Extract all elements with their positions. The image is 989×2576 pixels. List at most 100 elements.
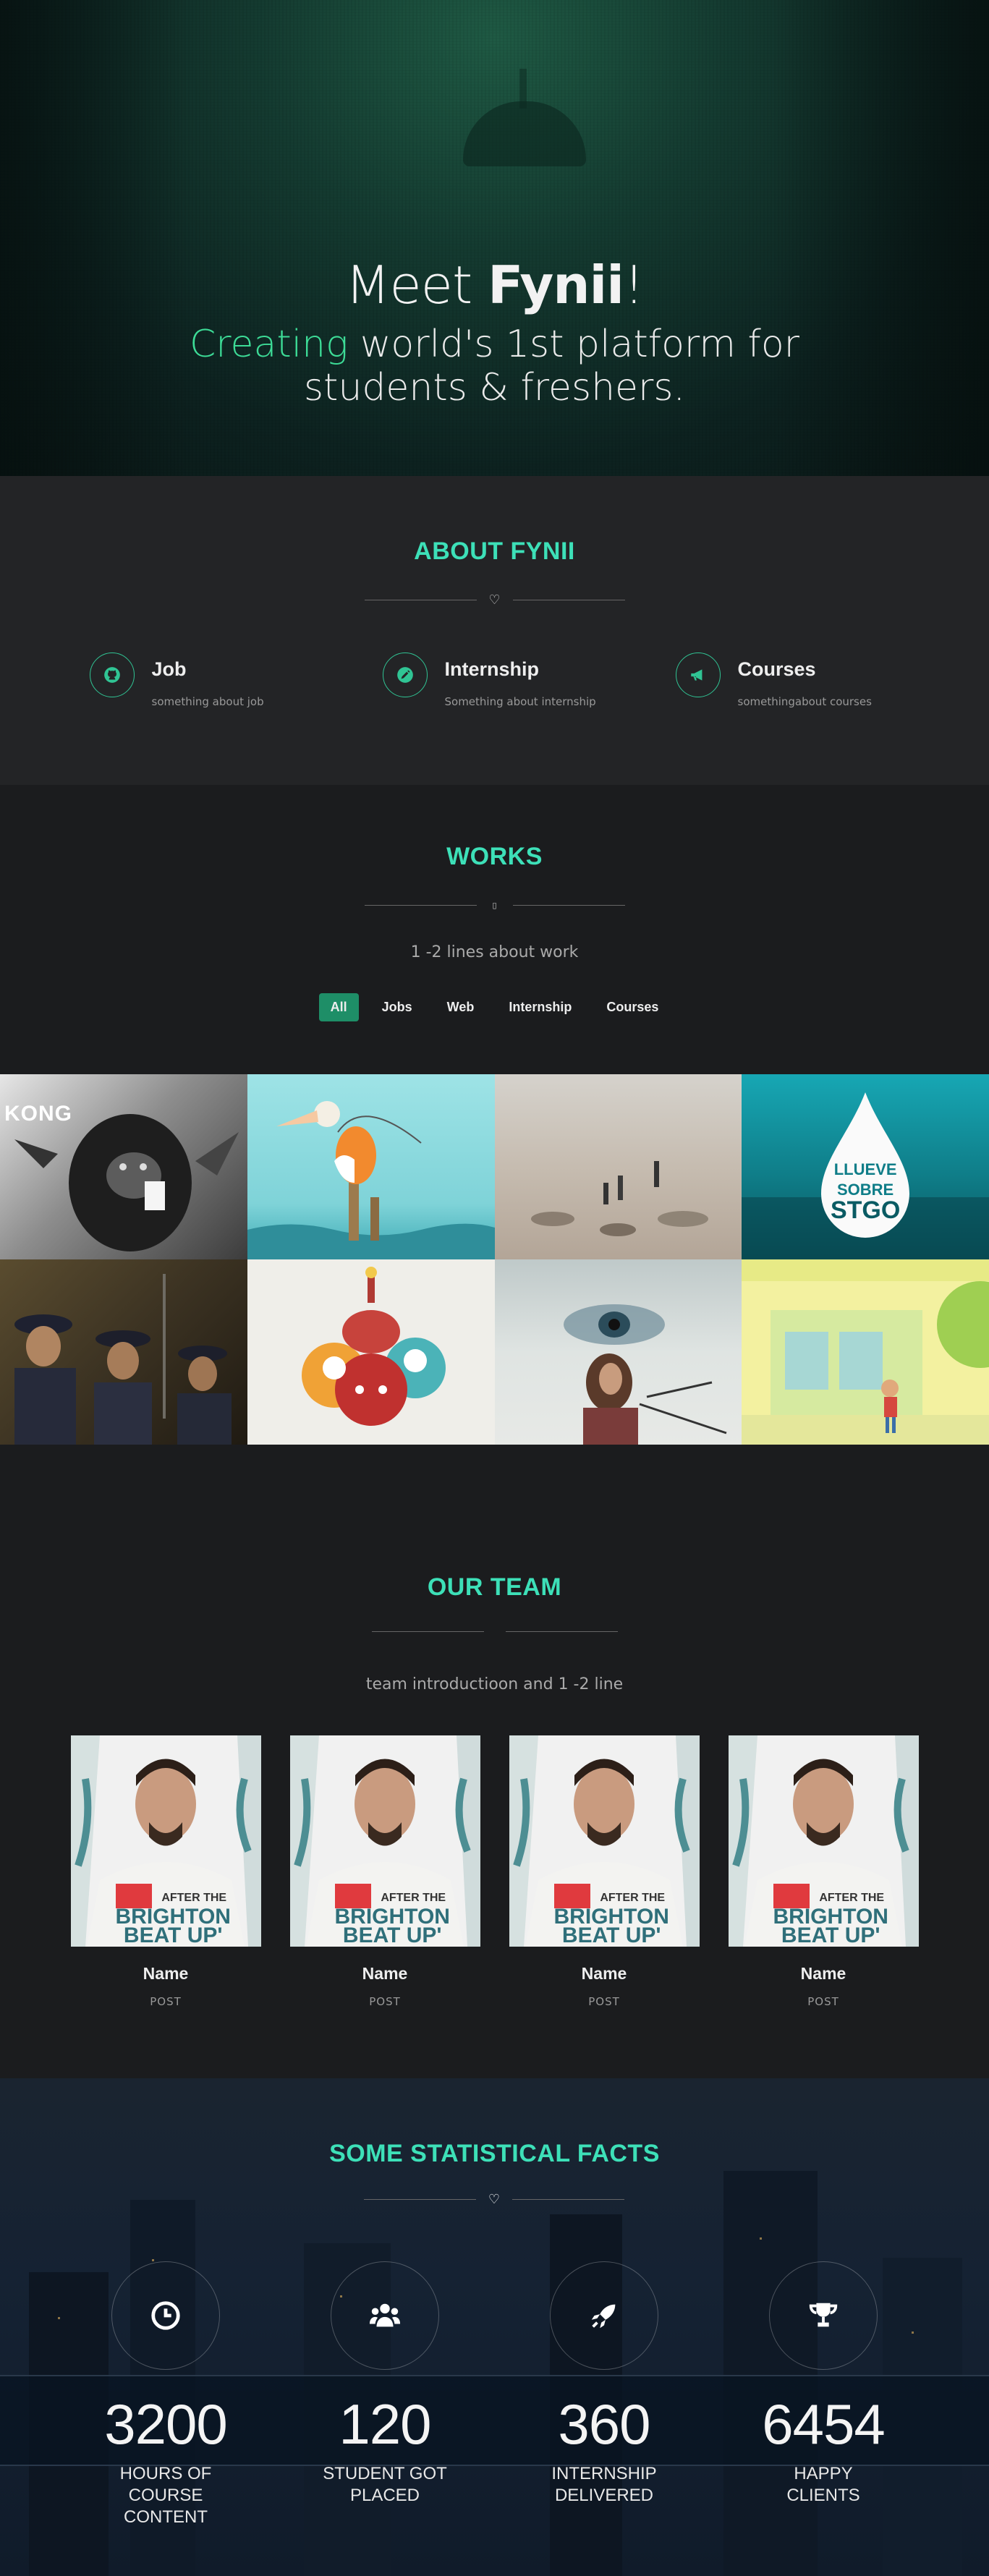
stat-item: 3200 HOURS OF COURSE CONTENT: [100, 2261, 232, 2528]
feature-job-title: Job: [151, 658, 187, 680]
divider-line-left: [364, 2199, 476, 2200]
team-member-card[interactable]: AFTER THE BRIGHTON BEAT UP' Name POST: [289, 1735, 480, 2008]
hero-title: Meet Fynii!: [0, 255, 989, 315]
feature-job-desc: something about job: [151, 695, 264, 708]
stats-title: SOME STATISTICAL FACTS: [329, 2140, 660, 2167]
member-post: POST: [369, 1995, 401, 2008]
member-photo: AFTER THE BRIGHTON BEAT UP': [728, 1735, 919, 1947]
shirt-text: AFTER THE BRIGHTON BEAT UP': [773, 1889, 888, 1947]
beach-photo: [530, 1161, 708, 1236]
feature-courses-title: Courses: [737, 658, 816, 680]
work-tile[interactable]: [0, 1259, 247, 1445]
filter-web[interactable]: Web: [436, 993, 486, 1021]
shirt-text: AFTER THE BRIGHTON BEAT UP': [116, 1889, 231, 1947]
team-title: OUR TEAM: [427, 1573, 562, 1601]
filter-jobs[interactable]: Jobs: [370, 993, 424, 1021]
window-light: [760, 2237, 762, 2240]
hero-title-post: !: [623, 255, 645, 315]
hero-title-pre: Meet: [345, 255, 488, 315]
member-photo: AFTER THE BRIGHTON BEAT UP': [70, 1735, 261, 1947]
works-section: WORKS ▯ 1 -2 lines about work All Jobs W…: [0, 785, 989, 2008]
shirt-line3: BEAT UP': [342, 1924, 442, 1947]
divider-line-left: [364, 905, 477, 906]
heart-icon: ♡: [488, 2192, 501, 2207]
filter-internship[interactable]: Internship: [497, 993, 583, 1021]
kong-text: KONG: [4, 1102, 72, 1126]
divider-line-right: [512, 2199, 624, 2200]
stat-label: INTERNSHIP DELIVERED: [551, 2464, 657, 2505]
divider-line-left: [371, 1631, 484, 1632]
work-tile[interactable]: [494, 1259, 742, 1445]
shop-artwork: [742, 1259, 989, 1445]
stats-divider: ♡: [364, 2193, 624, 2207]
member-photo: AFTER THE BRIGHTON BEAT UP': [289, 1735, 480, 1947]
drop-text: LLUEVE SOBRE STGO: [742, 1160, 989, 1224]
divider-line-right: [505, 1631, 618, 1632]
about-section: ABOUT FYNII ♡ Job something about job In…: [0, 476, 989, 785]
team-intro: team introductioon and 1 -2 line: [365, 1675, 624, 1693]
shirt-line3: BEAT UP': [781, 1924, 880, 1947]
team-member-card[interactable]: AFTER THE BRIGHTON BEAT UP' Name POST: [509, 1735, 700, 2008]
stat-label: STUDENT GOT PLACED: [323, 2464, 447, 2505]
feature-courses-desc: somethingabout courses: [737, 695, 872, 708]
drop-text-line1: LLUEVE: [833, 1160, 897, 1178]
stat-item: 360 INTERNSHIP DELIVERED: [538, 2261, 671, 2528]
works-title: WORKS: [446, 843, 543, 870]
member-name: Name: [362, 1964, 408, 1983]
shirt-line3: BEAT UP': [561, 1924, 661, 1947]
works-filters: All Jobs Web Internship Courses: [0, 993, 989, 1021]
stats-section: SOME STATISTICAL FACTS ♡ 3200 HOURS OF C…: [0, 2078, 989, 2576]
feature-internship-title: Internship: [444, 658, 540, 680]
work-tile[interactable]: KONG: [0, 1074, 247, 1259]
works-divider: ▯: [364, 898, 625, 913]
pelican-artwork: [247, 1101, 495, 1259]
trophy-icon: [769, 2261, 878, 2370]
about-title: ABOUT FYNII: [414, 537, 575, 565]
filter-all[interactable]: All: [318, 993, 359, 1021]
hero-section: Meet Fynii! Creating world's 1st platfor…: [0, 0, 989, 476]
clock-icon: [111, 2261, 220, 2370]
member-photo: AFTER THE BRIGHTON BEAT UP': [509, 1735, 700, 1947]
team-member-card[interactable]: AFTER THE BRIGHTON BEAT UP' Name POST: [70, 1735, 261, 2008]
work-tile[interactable]: [494, 1074, 742, 1259]
feature-internship-desc: Something about internship: [444, 695, 596, 708]
shirt-text: AFTER THE BRIGHTON BEAT UP': [554, 1889, 669, 1947]
heart-icon: ♡: [488, 592, 501, 608]
stat-label: HOURS OF COURSE CONTENT: [119, 2464, 212, 2527]
hero-brand: Fynii: [488, 255, 624, 315]
team-member-card[interactable]: AFTER THE BRIGHTON BEAT UP' Name POST: [728, 1735, 919, 2008]
works-intro: 1 -2 lines about work: [410, 943, 579, 961]
works-grid: KONG LLUEVE SOBRE STGO: [0, 1074, 989, 1445]
team-section: OUR TEAM team introductioon and 1 -2 lin…: [0, 1573, 989, 2008]
shirt-line3: BEAT UP': [123, 1924, 223, 1947]
divider-line-right: [512, 905, 625, 906]
filter-courses[interactable]: Courses: [595, 993, 670, 1021]
stat-value: 360: [558, 2392, 650, 2456]
work-tile[interactable]: [247, 1074, 495, 1259]
monsters-artwork: [301, 1267, 446, 1426]
feature-job: Job something about job: [54, 652, 347, 708]
users-icon: [331, 2261, 439, 2370]
member-post: POST: [150, 1995, 182, 2008]
square-icon: ▯: [492, 901, 497, 910]
drop-text-line3: STGO: [830, 1196, 901, 1224]
member-name: Name: [143, 1964, 189, 1983]
about-divider: ♡: [364, 592, 625, 608]
team-members: AFTER THE BRIGHTON BEAT UP' Name POST AF…: [0, 1735, 989, 2008]
hero-sub-line2: students & freshers.: [303, 366, 686, 409]
feature-courses: Courses somethingabout courses: [640, 652, 933, 708]
hero-subtitle: Creating world's 1st platform for studen…: [0, 323, 989, 409]
stat-label: HAPPY CLIENTS: [786, 2464, 860, 2505]
work-tile[interactable]: [247, 1259, 495, 1445]
about-features: Job something about job Internship Somet…: [54, 652, 936, 708]
work-tile[interactable]: [742, 1259, 989, 1445]
stat-value: 120: [339, 2392, 431, 2456]
feature-internship: Internship Something about internship: [347, 652, 640, 708]
shirt-text: AFTER THE BRIGHTON BEAT UP': [335, 1889, 450, 1947]
pencil-icon: [382, 652, 428, 697]
member-post: POST: [807, 1995, 839, 2008]
hero-sub-line1: world's 1st platform for: [348, 323, 800, 366]
member-name: Name: [800, 1964, 846, 1983]
work-tile[interactable]: LLUEVE SOBRE STGO: [742, 1074, 989, 1259]
team-divider: [371, 1625, 618, 1639]
